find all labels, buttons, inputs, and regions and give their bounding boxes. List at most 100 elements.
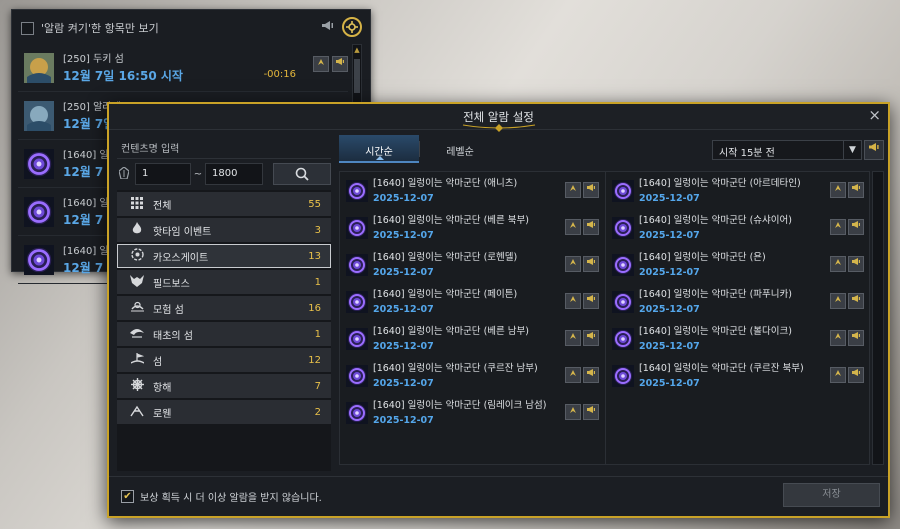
scroll-up-icon[interactable]: ▲ xyxy=(353,45,361,55)
alarm-button[interactable] xyxy=(583,256,599,272)
megaphone-icon xyxy=(852,369,860,376)
compass-icon xyxy=(835,185,841,191)
alarm-button[interactable] xyxy=(848,293,864,309)
category-label: 섬 xyxy=(153,356,163,368)
category-item[interactable]: 필드보스 1 xyxy=(117,270,331,294)
compass-button[interactable] xyxy=(830,293,846,309)
event-row[interactable]: [1640] 일렁이는 악마군단 (욘) 2025-12-07 xyxy=(606,246,870,283)
event-start: 12월 7일 16:50 시작 xyxy=(63,68,183,83)
category-item[interactable]: 로웬 2 xyxy=(117,400,331,424)
event-row[interactable]: [1640] 일렁이는 악마군단 (페이튼) 2025-12-07 xyxy=(340,283,605,320)
level-min-input[interactable]: 1 xyxy=(135,163,191,185)
alarm-button[interactable] xyxy=(583,219,599,235)
alarm-button[interactable] xyxy=(848,219,864,235)
event-row[interactable]: [1640] 일렁이는 악마군단 (파푸니카) 2025-12-07 xyxy=(606,283,870,320)
grid-icon xyxy=(127,196,147,212)
event-grid: [1640] 일렁이는 악마군단 (애니츠) 2025-12-07 [1640] 일… xyxy=(339,171,870,465)
event-row[interactable]: [1640] 일렁이는 악마군단 (림레이크 남섬) 2025-12-07 xyxy=(340,394,605,431)
close-button[interactable]: × xyxy=(868,108,881,123)
category-item[interactable]: 태초의 섬 1 xyxy=(117,322,331,346)
chaos-gate-event-icon xyxy=(346,290,368,313)
save-button[interactable]: 저장 xyxy=(783,483,880,507)
megaphone-icon xyxy=(852,332,860,339)
level-range: 1 ~ 1800 xyxy=(117,163,331,185)
alarm-settings-dialog: 전체 알람 설정 × 컨텐츠명 입력 1 ~ 1800 전체 55 핫타임 이벤트 3… xyxy=(107,102,890,518)
compass-button[interactable] xyxy=(313,56,329,72)
category-item[interactable]: 핫타임 이벤트 3 xyxy=(117,218,331,242)
compass-button[interactable] xyxy=(565,404,581,420)
event-row[interactable]: [1640] 일렁이는 악마군단 (슈샤이어) 2025-12-07 xyxy=(606,209,870,246)
alarm-button[interactable] xyxy=(583,330,599,346)
reward-option[interactable]: ✔ 보상 획득 시 더 이상 알람을 받지 않습니다. xyxy=(121,489,322,504)
origin-island-icon xyxy=(127,327,147,342)
alarm-button[interactable] xyxy=(583,182,599,198)
alarm-button[interactable] xyxy=(848,182,864,198)
event-row[interactable]: [1640] 일렁이는 악마군단 (애니츠) 2025-12-07 xyxy=(340,172,605,209)
compass-button[interactable] xyxy=(565,256,581,272)
event-name: [1640] 일렁이는 악마군단 (욘) xyxy=(639,251,766,263)
compass-button[interactable] xyxy=(830,367,846,383)
category-item[interactable]: 항해 7 xyxy=(117,374,331,398)
alarm-only-checkbox[interactable] xyxy=(21,21,34,35)
category-count: 16 xyxy=(308,302,321,314)
sail-icon xyxy=(127,378,147,394)
event-row[interactable]: [1640] 일렁이는 악마군단 (베른 남부) 2025-12-07 xyxy=(340,320,605,357)
compass-button[interactable] xyxy=(830,182,846,198)
island-icon xyxy=(127,300,147,316)
category-count: 13 xyxy=(308,250,321,262)
event-date: 2025-12-07 xyxy=(373,229,434,241)
alarm-button[interactable] xyxy=(583,367,599,383)
reward-checkbox[interactable]: ✔ xyxy=(121,490,134,503)
category-item[interactable]: 카오스게이트 13 xyxy=(117,244,331,268)
alarm-button[interactable] xyxy=(848,367,864,383)
compass-icon xyxy=(570,370,576,376)
tab-level-label: 레벨순 xyxy=(446,147,474,158)
alarm-button[interactable] xyxy=(848,330,864,346)
megaphone-icon[interactable] xyxy=(321,20,334,34)
category-label: 항해 xyxy=(153,382,172,394)
event-name: [1640] 일렁이는 악마군단 (페이튼) xyxy=(373,288,518,300)
alarm-button[interactable] xyxy=(583,404,599,420)
category-item[interactable]: 모험 섬 16 xyxy=(117,296,331,320)
category-count: 12 xyxy=(308,354,321,366)
tab-level-order[interactable]: 레벨순 xyxy=(420,135,500,163)
search-button[interactable] xyxy=(273,163,331,185)
event-row[interactable]: [1640] 일렁이는 악마군단 (로헨델) 2025-12-07 xyxy=(340,246,605,283)
category-item[interactable]: 전체 55 xyxy=(117,192,331,216)
megaphone-icon xyxy=(587,258,595,265)
compass-button[interactable] xyxy=(830,256,846,272)
event-name: [1640] 일렁이는 악마군단 (베른 남부) xyxy=(373,325,529,337)
event-row[interactable]: [1640] 일렁이는 악마군단 (볼다이크) 2025-12-07 xyxy=(606,320,870,357)
compass-button[interactable] xyxy=(830,219,846,235)
event-row[interactable]: [1640] 일렁이는 악마군단 (베른 북부) 2025-12-07 xyxy=(340,209,605,246)
compass-button[interactable] xyxy=(565,182,581,198)
compass-button[interactable] xyxy=(565,219,581,235)
alarm-time-dropdown[interactable]: 시작 15분 전 ▼ xyxy=(712,140,862,160)
scroll-thumb[interactable] xyxy=(354,59,360,93)
alarm-button[interactable] xyxy=(583,293,599,309)
event-name: [1640] 일렁이는 악마군단 (슈샤이어) xyxy=(639,214,792,226)
compass-icon xyxy=(835,296,841,302)
compass-button[interactable] xyxy=(565,367,581,383)
event-row[interactable]: [1640] 일렁이는 악마군단 (쿠르잔 남부) 2025-12-07 xyxy=(340,357,605,394)
event-start: 12월 7 xyxy=(63,260,104,275)
alarm-button[interactable] xyxy=(332,56,348,72)
alarm-list-item[interactable]: [250] 두키 섬 12월 7일 16:50 시작 -00:16 xyxy=(18,44,348,92)
alarm-all-toggle[interactable] xyxy=(864,140,884,160)
event-date: 2025-12-07 xyxy=(373,340,434,352)
chevron-down-icon[interactable]: ▼ xyxy=(843,141,861,159)
event-name: [1640] 일렁이는 악마군단 (로헨델) xyxy=(373,251,518,263)
event-row[interactable]: [1640] 일렁이는 악마군단 (쿠르잔 북부) 2025-12-07 xyxy=(606,357,870,394)
category-count: 1 xyxy=(314,328,321,340)
event-name: [1640] 일렁이는 악마군단 (림레이크 남섬) xyxy=(373,399,547,411)
alarm-button[interactable] xyxy=(848,256,864,272)
category-item[interactable]: 섬 12 xyxy=(117,348,331,372)
compass-button[interactable] xyxy=(565,293,581,309)
event-scrollbar[interactable] xyxy=(872,171,884,465)
compass-button[interactable] xyxy=(565,330,581,346)
event-row[interactable]: [1640] 일렁이는 악마군단 (아르데타인) 2025-12-07 xyxy=(606,172,870,209)
gear-icon[interactable] xyxy=(342,17,362,37)
tab-time-order[interactable]: 시간순 xyxy=(339,135,419,163)
compass-button[interactable] xyxy=(830,330,846,346)
level-max-input[interactable]: 1800 xyxy=(205,163,263,185)
